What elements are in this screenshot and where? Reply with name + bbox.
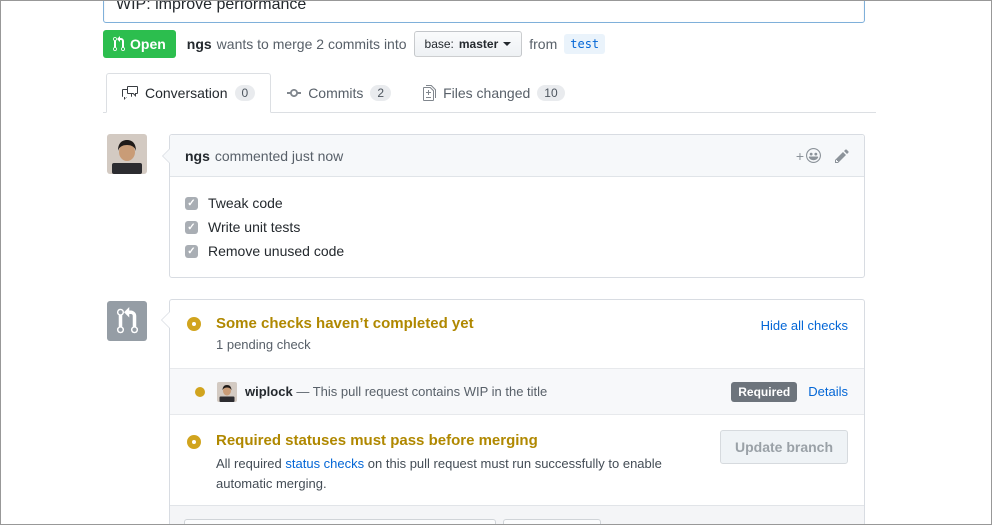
- pr-author[interactable]: ngs: [187, 36, 212, 52]
- edit-comment-button[interactable]: [835, 148, 849, 164]
- update-branch-button[interactable]: Update branch: [720, 430, 848, 464]
- body-text: All required: [216, 456, 282, 471]
- tab-commits[interactable]: Commits 2: [271, 73, 407, 113]
- merge-options-button[interactable]: [503, 519, 601, 525]
- checks-summary-title: Some checks haven’t completed yet: [216, 315, 848, 332]
- diff-icon: [423, 85, 436, 101]
- task-item: Write unit tests: [185, 215, 849, 239]
- check-text: wiplock — This pull request contains WIP…: [245, 384, 547, 399]
- body-text: on this pull request must run successful…: [216, 456, 662, 491]
- comment-meta: commented just now: [215, 148, 343, 164]
- pr-from-text: from: [529, 36, 557, 52]
- pr-state-label: Open: [130, 36, 166, 52]
- required-statuses-body: All required status checks on this pull …: [216, 454, 698, 494]
- checkbox-checked-icon[interactable]: [185, 221, 198, 234]
- git-commit-icon: [287, 85, 301, 101]
- base-branch-name: master: [459, 37, 498, 51]
- tab-count: 0: [235, 85, 256, 101]
- merge-pull-request-button[interactable]: [184, 519, 496, 525]
- tab-conversation[interactable]: Conversation 0: [106, 73, 271, 113]
- smiley-icon: [806, 148, 821, 163]
- head-branch-label[interactable]: test: [564, 34, 605, 54]
- comment-header: ngs commented just now +: [170, 135, 864, 177]
- required-badge: Required: [731, 382, 797, 402]
- checkbox-checked-icon[interactable]: [185, 197, 198, 210]
- avatar[interactable]: [107, 134, 147, 174]
- hide-all-checks-link[interactable]: Hide all checks: [761, 318, 848, 333]
- check-row: wiplock — This pull request contains WIP…: [170, 368, 864, 415]
- base-prefix: base:: [425, 37, 454, 51]
- tab-label: Commits: [308, 85, 363, 101]
- tab-label: Files changed: [443, 85, 530, 101]
- check-description: — This pull request contains WIP in the …: [296, 384, 547, 399]
- pr-tabnav: Conversation 0 Commits 2 Files changed 1…: [103, 72, 876, 113]
- base-branch-button[interactable]: base: master: [414, 31, 523, 57]
- task-label: Write unit tests: [208, 219, 300, 235]
- check-name: wiplock: [245, 384, 293, 399]
- comment-discussion-icon: [122, 85, 138, 101]
- comment-actions: +: [796, 148, 849, 164]
- pr-open-badge: Open: [103, 30, 176, 58]
- task-item: Remove unused code: [185, 239, 849, 263]
- tab-count: 2: [370, 85, 391, 101]
- pending-dot-icon: [195, 387, 205, 397]
- pr-meta: ngs wants to merge 2 commits into base: …: [187, 31, 605, 57]
- tab-files-changed[interactable]: Files changed 10: [407, 73, 581, 113]
- comment-box: ngs commented just now + Tweak code Writ…: [169, 134, 865, 278]
- caret-down-icon: [503, 42, 511, 50]
- pr-title-input[interactable]: [103, 0, 865, 23]
- required-statuses-section: Required statuses must pass before mergi…: [170, 415, 864, 505]
- checks-summary-section: Some checks haven’t completed yet 1 pend…: [170, 300, 864, 368]
- pr-meta-text: wants to merge 2 commits into: [217, 36, 407, 52]
- pr-state-row: Open ngs wants to merge 2 commits into b…: [103, 30, 605, 58]
- pencil-icon: [835, 148, 849, 164]
- checks-summary-subtitle: 1 pending check: [216, 337, 848, 352]
- comment-body: Tweak code Write unit tests Remove unuse…: [170, 177, 864, 277]
- pending-status-icon: [187, 317, 201, 331]
- check-avatar: [217, 382, 237, 402]
- checkbox-checked-icon[interactable]: [185, 245, 198, 258]
- pending-status-icon: [187, 435, 201, 449]
- git-pull-request-icon: [113, 36, 125, 52]
- task-label: Remove unused code: [208, 243, 344, 259]
- git-pull-request-icon: [117, 307, 138, 335]
- add-reaction-button[interactable]: +: [796, 148, 821, 164]
- tab-label: Conversation: [145, 85, 228, 101]
- merge-timeline-icon: [107, 301, 147, 341]
- details-link[interactable]: Details: [808, 384, 848, 399]
- tab-count: 10: [537, 85, 564, 101]
- pull-request-page: Open ngs wants to merge 2 commits into b…: [0, 0, 992, 525]
- comment-author[interactable]: ngs: [185, 148, 210, 164]
- status-checks-link[interactable]: status checks: [285, 456, 364, 471]
- task-label: Tweak code: [208, 195, 283, 211]
- task-item: Tweak code: [185, 191, 849, 215]
- merge-status-box: Some checks haven’t completed yet 1 pend…: [169, 299, 865, 525]
- merge-box-footer: [170, 505, 864, 525]
